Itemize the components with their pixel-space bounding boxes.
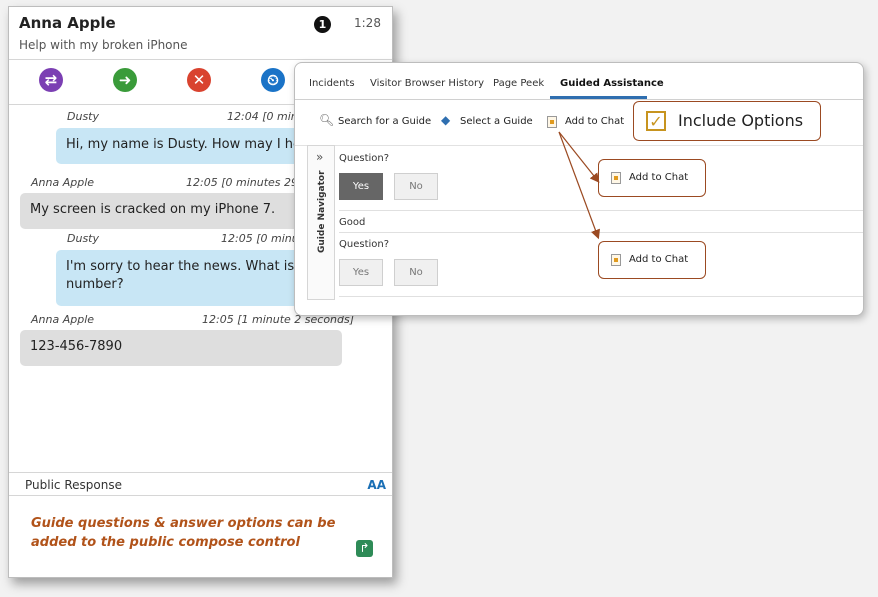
guided-assistance-panel: Incidents Visitor Browser History Page P…	[294, 62, 864, 316]
arrow-to-add-button-1	[558, 131, 600, 183]
font-size-toggle-icon[interactable]: AA	[367, 473, 386, 497]
history-clock-icon[interactable]: ⏲	[261, 68, 285, 92]
arrow-to-add-button-2	[558, 131, 600, 240]
message-author: Dusty	[67, 110, 99, 123]
customer-name: Anna Apple	[19, 14, 116, 32]
message-author: Dusty	[67, 232, 99, 245]
elapsed-time: 1:28	[354, 16, 381, 30]
transfer-icon[interactable]: ⇄	[39, 68, 63, 92]
public-response-label: Public Response	[25, 478, 122, 492]
chat-header: Anna Apple Help with my broken iPhone 1 …	[9, 7, 392, 57]
callout-arrows	[558, 131, 600, 240]
forward-arrow-icon[interactable]: ➜	[113, 68, 137, 92]
send-share-icon[interactable]: ↱	[356, 540, 373, 557]
message-time: 12:05 [0 minu	[221, 232, 299, 245]
message-author: Anna Apple	[31, 176, 95, 189]
message-time: 12:05 [0 minutes 29 s	[186, 176, 308, 189]
compose-callout-text: Guide questions & answer options can be …	[31, 516, 336, 550]
customer-message: 123-456-7890	[20, 330, 342, 366]
public-response-header: Public Response AA	[9, 472, 392, 496]
end-chat-icon[interactable]: ✕	[187, 68, 211, 92]
unread-count-badge: 1	[314, 16, 331, 33]
message-author: Anna Apple	[31, 313, 95, 326]
chat-subject: Help with my broken iPhone	[19, 38, 188, 52]
